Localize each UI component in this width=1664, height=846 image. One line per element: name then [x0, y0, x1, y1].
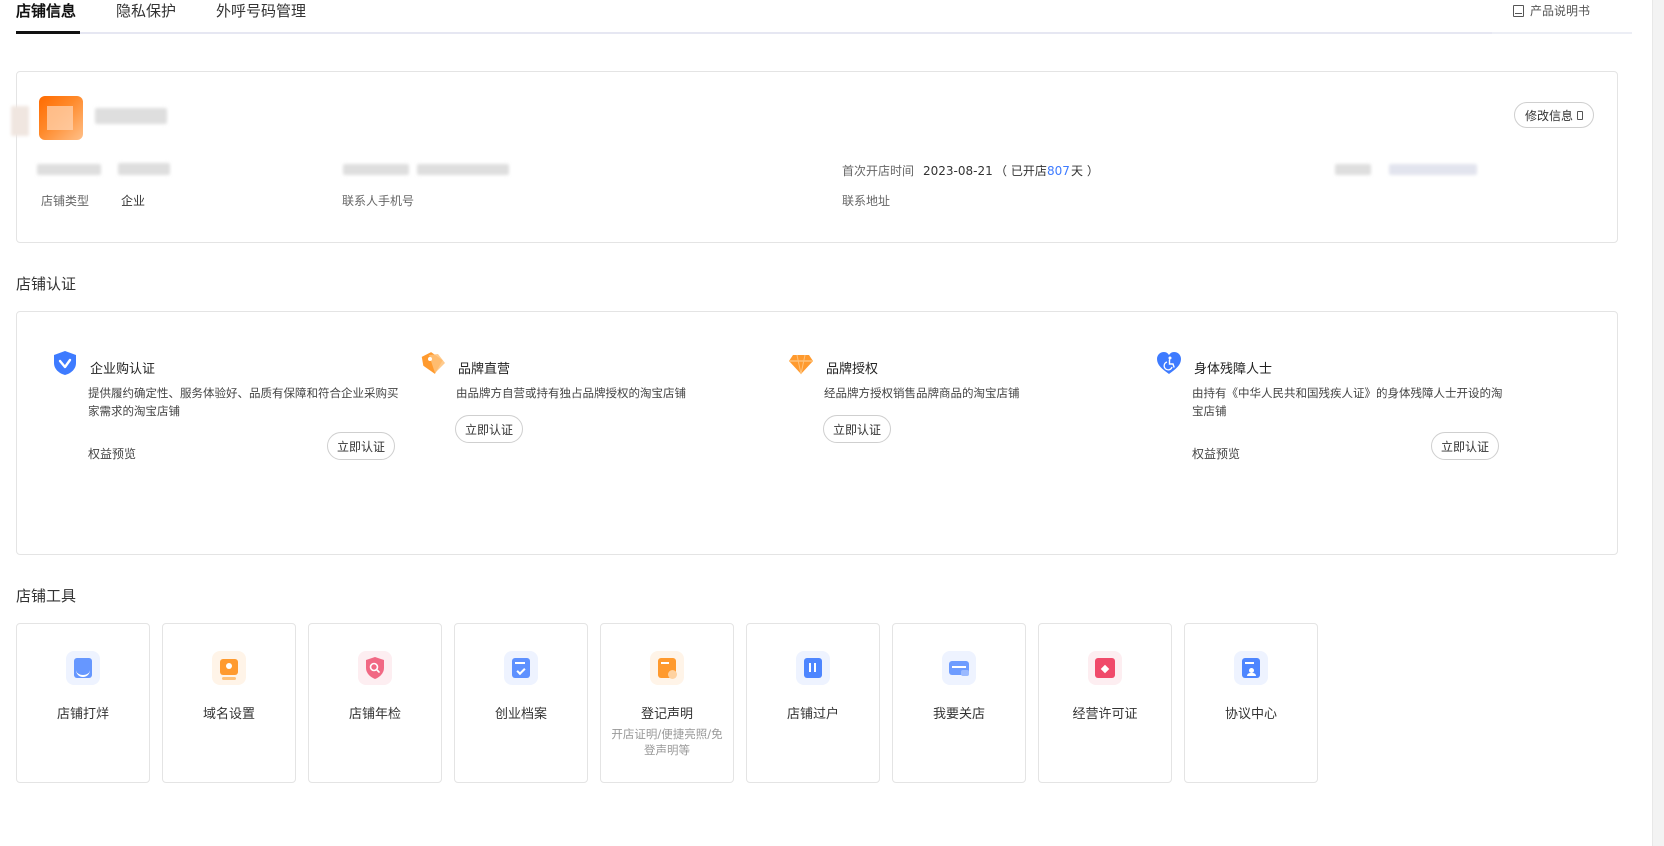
shop-type-value: 企业: [121, 194, 146, 208]
shop-logo-blur: [11, 106, 29, 136]
tool-license[interactable]: 经营许可证: [1038, 623, 1172, 783]
opened-suffix: 天 ）: [1071, 164, 1099, 178]
tool-archive-label: 创业档案: [494, 707, 547, 722]
shop-logo: [39, 96, 83, 140]
tool-shop-close-label: 店铺打烊: [56, 707, 109, 722]
tools-section-title: 店铺工具: [16, 587, 77, 605]
certification-section-title: 店铺认证: [16, 275, 77, 293]
tool-annual-check-label: 店铺年检: [348, 707, 401, 722]
domain-icon: [212, 651, 246, 685]
declaration-icon: [650, 651, 684, 685]
cert-enterprise-title: 企业购认证: [90, 362, 156, 377]
edit-info-button[interactable]: 修改信息: [1514, 102, 1595, 128]
cert-brand-authorized-title: 品牌授权: [826, 362, 879, 377]
tool-transfer-label: 店铺过户: [786, 707, 839, 722]
contact-phone-label: 联系人手机号: [342, 194, 415, 208]
tool-declaration[interactable]: 登记声明 开店证明/便捷亮照/免登声明等: [600, 623, 734, 783]
tool-license-label: 经营许可证: [1072, 707, 1138, 722]
tool-annual-check[interactable]: 店铺年检: [308, 623, 442, 783]
cert-brand-direct-apply-button[interactable]: 立即认证: [455, 415, 524, 443]
product-manual-label: 产品说明书: [1530, 4, 1591, 18]
cert-enterprise-apply-button[interactable]: 立即认证: [327, 432, 396, 460]
tool-agreement[interactable]: 协议中心: [1184, 623, 1318, 783]
heart-accessibility-icon: [1157, 352, 1181, 374]
tab-shop-info[interactable]: 店铺信息: [16, 0, 76, 22]
diamond-icon: [789, 354, 813, 375]
tool-domain[interactable]: 域名设置: [162, 623, 296, 783]
cert-disability-preview-link[interactable]: 权益预览: [1192, 445, 1240, 462]
cert-brand-authorized-desc: 经品牌方授权销售品牌商品的淘宝店铺: [824, 386, 1020, 400]
tool-transfer[interactable]: 店铺过户: [746, 623, 880, 783]
agreement-icon: [1234, 651, 1268, 685]
tool-shop-close[interactable]: 店铺打烊: [16, 623, 150, 783]
cert-disability-desc: 由持有《中华人民共和国残疾人证》的身体残障人士开设的淘宝店铺: [1192, 386, 1503, 418]
tab-divider-right: [1492, 32, 1632, 34]
tool-archive[interactable]: 创业档案: [454, 623, 588, 783]
copy-icon: [1577, 110, 1584, 120]
tool-domain-label: 域名设置: [202, 707, 255, 722]
opened-prefix: （ 已开店: [995, 164, 1047, 178]
redacted-value-2: [417, 164, 509, 175]
cert-brand-direct-desc: 由品牌方自营或持有独占品牌授权的淘宝店铺: [456, 386, 686, 400]
shield-search-icon: [358, 651, 392, 685]
tab-bar: 店铺信息 隐私保护 外呼号码管理: [16, 0, 1632, 34]
open-date-label: 首次开店时间: [842, 164, 915, 178]
redacted-label-2: [343, 164, 409, 175]
license-icon: [1088, 651, 1122, 685]
redacted-value-1: [118, 163, 170, 175]
redacted-label-3: [1335, 164, 1371, 175]
shop-type-label: 店铺类型: [41, 194, 90, 208]
shop-close-icon: [66, 651, 100, 685]
book-icon: [1513, 4, 1524, 17]
tool-agreement-label: 协议中心: [1224, 707, 1277, 722]
active-tab-indicator: [16, 31, 80, 34]
close-shop-icon: [942, 651, 976, 685]
tool-close-shop[interactable]: 我要关店: [892, 623, 1026, 783]
cert-disability-title: 身体残障人士: [1194, 362, 1273, 377]
tool-close-shop-label: 我要关店: [932, 707, 985, 722]
redacted-label-1: [37, 164, 101, 175]
transfer-icon: [796, 651, 830, 685]
cert-enterprise-desc: 提供履约确定性、服务体验好、品质有保障和符合企业采购买家需求的淘宝店铺: [88, 386, 399, 418]
tab-outbound-number[interactable]: 外呼号码管理: [216, 0, 306, 22]
contact-address-label: 联系地址: [842, 194, 891, 208]
cert-brand-direct-title: 品牌直营: [458, 362, 511, 377]
cert-brand-authorized-apply-button[interactable]: 立即认证: [823, 415, 892, 443]
redacted-value-3: [1389, 164, 1477, 175]
cert-enterprise-preview-link[interactable]: 权益预览: [88, 445, 136, 462]
vertical-scrollbar[interactable]: [1652, 0, 1664, 846]
tab-privacy[interactable]: 隐私保护: [116, 0, 176, 22]
tab-divider: [80, 32, 1492, 34]
certification-card: 企业购认证 提供履约确定性、服务体验好、品质有保障和符合企业采购买家需求的淘宝店…: [16, 311, 1618, 555]
cert-disability-apply-button[interactable]: 立即认证: [1431, 432, 1500, 460]
tool-declaration-label: 登记声明: [640, 707, 693, 722]
tag-icon: [421, 352, 445, 374]
tool-declaration-sub: 开店证明/便捷亮照/免登声明等: [611, 727, 723, 757]
opened-days: 807: [1047, 164, 1070, 178]
product-manual-link[interactable]: 产品说明书: [1513, 2, 1590, 19]
archive-icon: [504, 651, 538, 685]
open-date-value: 2023-08-21: [923, 164, 993, 178]
shop-info-card: 首次开店时间 2023-08-21 （ 已开店 807 天 ） 店铺类型 企业 …: [11, 71, 1618, 243]
shop-name-redacted: [95, 108, 167, 124]
shield-check-icon: [54, 351, 76, 375]
edit-info-label: 修改信息: [1525, 108, 1574, 123]
